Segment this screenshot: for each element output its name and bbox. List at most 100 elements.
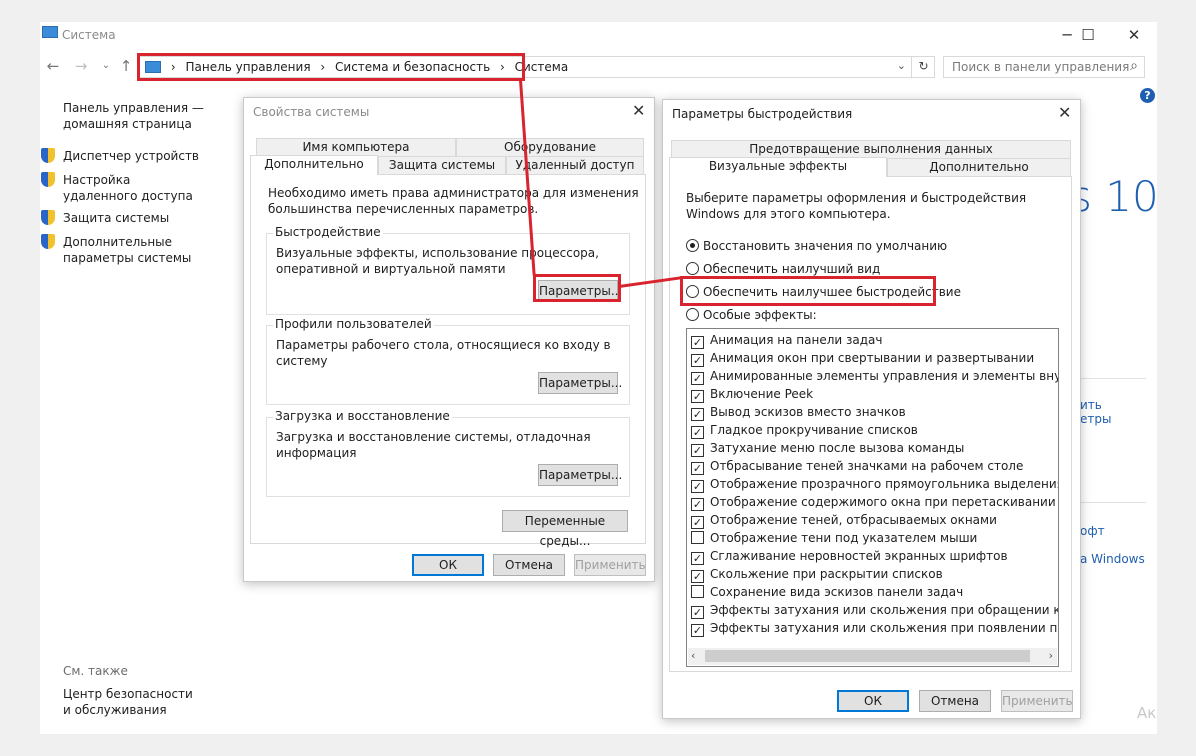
scroll-left-icon[interactable]: ‹ (691, 649, 695, 662)
user-profiles-group-label: Профили пользователей (273, 317, 434, 331)
effect-item[interactable]: ✓ Эффекты затухания или скольжения при по… (691, 621, 1058, 639)
highlight-breadcrumb (137, 53, 525, 81)
tab-visual-effects[interactable]: Визуальные эффекты (669, 157, 887, 177)
effect-item[interactable]: ✓ Скольжение при раскрытии списков (691, 567, 943, 585)
effect-item[interactable]: ✓ Отображение теней, отбрасываемых окнами (691, 513, 997, 531)
computer-icon (42, 26, 58, 38)
microsoft-link-fragment[interactable]: офт (1080, 524, 1105, 538)
apply-button[interactable]: Применить (1001, 690, 1073, 712)
sidebar-link-home[interactable]: Панель управления — домашняя страница (63, 100, 213, 132)
checkbox[interactable]: ✓ (691, 570, 704, 583)
user-profiles-settings-button[interactable]: Параметры... (538, 372, 622, 394)
checkbox[interactable]: ✓ (691, 372, 704, 385)
effect-item[interactable]: ✓ Анимация на панели задач (691, 333, 882, 351)
checkbox[interactable]: ✓ (691, 498, 704, 511)
security-center-link[interactable]: Центр безопасности и обслуживания (63, 686, 203, 718)
tab-panel-advanced: Необходимо иметь права администратора дл… (250, 174, 646, 548)
up-arrow-icon[interactable]: ↑ (116, 55, 136, 77)
checkbox[interactable]: ✓ (691, 408, 704, 421)
sidebar-link-advanced-settings[interactable]: Дополнительные параметры системы (63, 234, 238, 266)
close-icon[interactable]: ✕ (632, 101, 645, 120)
checkbox[interactable]: ✓ (691, 552, 704, 565)
performance-group-label: Быстродействие (273, 225, 383, 239)
scroll-right-icon[interactable]: › (1049, 649, 1053, 662)
effect-item[interactable]: ✓ Отображение прозрачного прямоугольника … (691, 477, 1058, 495)
visual-effects-intro: Выберите параметры оформления и быстроде… (686, 191, 1027, 221)
dialog-title: Параметры быстродействия (672, 107, 853, 121)
tab-advanced[interactable]: Дополнительно (887, 158, 1071, 176)
ok-button[interactable]: ОК (837, 690, 909, 712)
checkbox[interactable]: ✓ (691, 480, 704, 493)
startup-recovery-settings-button[interactable]: Параметры... (538, 464, 622, 486)
refresh-icon[interactable]: ↻ (911, 56, 935, 78)
forward-arrow-icon[interactable]: → (71, 55, 91, 77)
apply-button[interactable]: Применить (574, 554, 646, 576)
radio-custom[interactable]: Особые эффекты: (686, 308, 817, 322)
sidebar-link-system-protection[interactable]: Защита системы (63, 210, 213, 226)
effect-item[interactable]: Отображение тени под указателем мыши (691, 531, 977, 549)
search-placeholder: Поиск в панели управления (952, 60, 1130, 74)
effect-label: Эффекты затухания или скольжения при поя… (710, 621, 1058, 635)
close-button[interactable]: ✕ (1111, 22, 1157, 48)
checkbox[interactable]: ✓ (691, 426, 704, 439)
effect-item[interactable]: ✓ Отбрасывание теней значками на рабочем … (691, 459, 1023, 477)
sidebar-link-device-manager[interactable]: Диспетчер устройств (63, 148, 213, 164)
cancel-button[interactable]: Отмена (919, 690, 991, 712)
user-profiles-description: Параметры рабочего стола, относящиеся ко… (276, 338, 611, 368)
radio-best-appearance[interactable]: Обеспечить наилучший вид (686, 262, 880, 276)
radio-button[interactable] (686, 262, 699, 275)
custom-effects-list[interactable]: ✓ Эффекты затухания или скольжения при по… (686, 328, 1059, 667)
effect-item[interactable]: ✓ Эффекты затухания или скольжения при об… (691, 603, 1058, 621)
effect-item[interactable]: ✓ Сглаживание неровностей экранных шрифто… (691, 549, 1008, 567)
radio-button[interactable] (686, 308, 699, 321)
tab-computer-name[interactable]: Имя компьютера (256, 138, 456, 156)
effect-item[interactable]: ✓ Включение Peek (691, 387, 813, 405)
radio-button[interactable] (686, 239, 699, 252)
address-dropdown-icon[interactable]: ⌄ (897, 59, 906, 72)
startup-recovery-group-label: Загрузка и восстановление (273, 409, 452, 423)
back-arrow-icon[interactable]: ← (43, 55, 63, 77)
radio-restore-defaults[interactable]: Восстановить значения по умолчанию (686, 239, 947, 253)
checkbox[interactable] (691, 585, 704, 598)
shield-icon (41, 172, 55, 187)
search-field[interactable]: Поиск в панели управления ⌕ (943, 56, 1145, 78)
checkbox[interactable]: ✓ (691, 516, 704, 529)
ok-button[interactable]: ОК (412, 554, 484, 576)
effect-item[interactable]: ✓ Анимированные элементы управления и эле… (691, 369, 1058, 387)
sidebar-link-remote-access[interactable]: Настройка удаленного доступа (63, 172, 193, 204)
performance-description: Визуальные эффекты, использование процес… (276, 246, 599, 276)
checkbox[interactable]: ✓ (691, 390, 704, 403)
environment-variables-button[interactable]: Переменные среды... (502, 510, 628, 548)
search-icon: ⌕ (1130, 58, 1138, 74)
change-settings-link-fragment[interactable]: етры (1080, 412, 1111, 426)
checkbox[interactable] (691, 531, 704, 544)
effect-item[interactable]: ✓ Вывод эскизов вместо значков (691, 405, 906, 423)
effect-item[interactable]: Сохранение вида эскизов панели задач (691, 585, 963, 603)
effect-item[interactable]: ✓ Отображение содержимого окна при перета… (691, 495, 1056, 513)
tab-hardware[interactable]: Оборудование (456, 138, 644, 156)
horizontal-scrollbar[interactable]: ‹ › (688, 648, 1057, 665)
effect-label: Вывод эскизов вместо значков (710, 405, 906, 419)
effect-item[interactable]: ✓ Анимация окон при свертывании и разверт… (691, 351, 1034, 369)
close-icon[interactable]: ✕ (1058, 103, 1071, 122)
scrollbar-thumb[interactable] (705, 650, 1030, 662)
checkbox[interactable]: ✓ (691, 444, 704, 457)
cancel-button[interactable]: Отмена (493, 554, 565, 576)
checkbox[interactable]: ✓ (691, 354, 704, 367)
effect-item[interactable]: ✓ Затухание меню после вызова команды (691, 441, 964, 459)
effect-label: Отбрасывание теней значками на рабочем с… (710, 459, 1024, 473)
change-settings-link-fragment[interactable]: ить (1080, 398, 1102, 412)
help-icon[interactable]: ? (1140, 88, 1155, 103)
checkbox[interactable]: ✓ (691, 606, 704, 619)
tab-system-protection[interactable]: Защита системы (378, 156, 506, 174)
activation-watermark-fragment: Ак (1137, 704, 1157, 722)
tab-advanced[interactable]: Дополнительно (250, 155, 378, 175)
tab-data-execution-prevention[interactable]: Предотвращение выполнения данных (671, 140, 1071, 158)
effect-item[interactable]: ✓ Гладкое прокручивание списков (691, 423, 918, 441)
checkbox[interactable]: ✓ (691, 462, 704, 475)
checkbox[interactable]: ✓ (691, 624, 704, 637)
windows-activation-link-fragment[interactable]: a Windows (1080, 552, 1145, 566)
checkbox[interactable]: ✓ (691, 336, 704, 349)
maximize-button[interactable]: ☐ (1065, 22, 1111, 48)
recent-dropdown-icon[interactable]: ⌄ (96, 55, 116, 77)
